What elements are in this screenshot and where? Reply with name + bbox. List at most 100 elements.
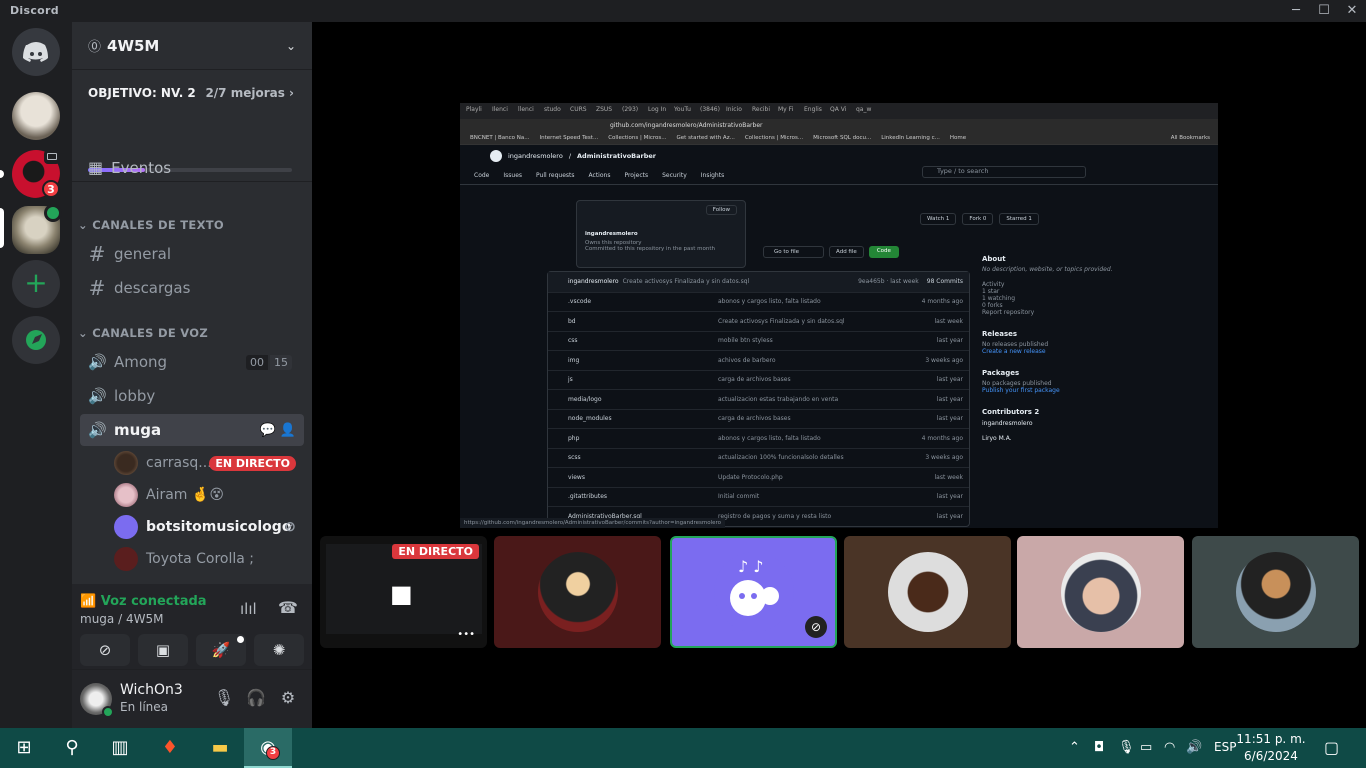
- browser-tab: Ilenci: [492, 106, 508, 113]
- voice-connection-panel: 📶 Voz conectada muga / 4W5M ılıl ☎ ⊘ ▣ 🚀…: [72, 584, 312, 670]
- camera-button[interactable]: ⊘: [80, 634, 130, 666]
- participant-tile[interactable]: [844, 536, 1011, 648]
- notifications-icon[interactable]: ▢: [1324, 738, 1339, 757]
- browser-tabs: Playli Ilenci llenci studo CURS ZSUS (29…: [460, 103, 1218, 119]
- about-panel: About No description, website, or topics…: [982, 249, 1132, 442]
- volume-icon[interactable]: 🔊: [1186, 740, 1202, 755]
- bot-avatar: ♪ ♪: [713, 552, 794, 632]
- browser-tab: llenci: [518, 106, 534, 113]
- avatar: [114, 547, 138, 571]
- participant-tile-speaking[interactable]: ♪ ♪ ⊘: [670, 536, 837, 648]
- file-row: js carga de archivos bases last year: [548, 369, 969, 390]
- headphones-icon[interactable]: 🎧: [244, 688, 268, 712]
- language-indicator[interactable]: ESP: [1214, 740, 1236, 754]
- github-nav: Code Issues Pull requests Actions Projec…: [460, 167, 1218, 185]
- camera-icon[interactable]: ◘: [1094, 740, 1104, 755]
- app-title: Discord: [10, 4, 59, 17]
- server-list: 3 +: [0, 22, 72, 728]
- battery-icon[interactable]: ▭: [1140, 740, 1152, 755]
- contributor: ingandresmolero: [982, 420, 1033, 427]
- soundboard-icon: ✺: [272, 641, 286, 659]
- browser-tab: (293): [622, 106, 639, 113]
- voice-user[interactable]: carrasq... EN DIRECTO: [114, 449, 304, 477]
- voice-user-name: botsitomusicologo: [146, 519, 292, 535]
- channel-descargas[interactable]: # descargas: [80, 272, 304, 304]
- bookmark: Collections | Micros...: [608, 135, 667, 141]
- avatar: [537, 552, 618, 632]
- gear-icon[interactable]: ⚙: [276, 688, 300, 712]
- windows-start-icon[interactable]: ⊞: [0, 728, 48, 768]
- brave-browser-icon[interactable]: ♦: [146, 728, 194, 768]
- hovercard-user: ingandresmolero: [585, 231, 638, 237]
- voice-active-icon: [44, 204, 62, 222]
- guild-header[interactable]: ⓪ 4W5M ⌄: [72, 22, 312, 70]
- explore-button[interactable]: [12, 316, 60, 364]
- username[interactable]: WichOn3: [120, 682, 183, 698]
- repo-owner: ingandresmolero: [508, 152, 563, 160]
- rocket-icon: 🚀: [211, 641, 231, 659]
- voice-user[interactable]: botsitomusicologo ⊘: [114, 513, 304, 541]
- stream-video[interactable]: Playli Ilenci llenci studo CURS ZSUS (29…: [460, 103, 1218, 528]
- bookmark: BNCNET | Banco Na...: [470, 135, 530, 141]
- close-button[interactable]: ✕: [1336, 0, 1366, 22]
- voice-user[interactable]: Airam 🤞😵: [114, 481, 304, 509]
- avatar: [114, 483, 138, 507]
- bookmark: Home: [949, 135, 967, 141]
- avatar: [1060, 552, 1141, 632]
- channel-label: muga: [114, 421, 162, 439]
- microphone-icon[interactable]: 🎙: [1118, 740, 1135, 755]
- noise-suppression-icon[interactable]: ılıl: [240, 600, 257, 618]
- channel-general[interactable]: # general: [80, 238, 304, 270]
- releases-title: Releases: [982, 330, 1018, 338]
- file-row: media/logo actualizacion estas trabajando…: [548, 389, 969, 409]
- voice-channel-muga[interactable]: 🔊 muga 💬 👤: [80, 414, 304, 446]
- clock[interactable]: 11:51 p. m. 6/6/2024: [1236, 731, 1306, 765]
- github-header: ingandresmolero / AdministrativoBarber T…: [460, 145, 1218, 178]
- file-actions: Go to file Add file Code: [763, 246, 899, 258]
- wifi-icon[interactable]: ◠: [1164, 740, 1175, 755]
- voice-status[interactable]: 📶 Voz conectada: [80, 594, 207, 609]
- task-view-icon[interactable]: ▥: [96, 728, 144, 768]
- gh-tab: Projects: [624, 172, 649, 179]
- file-row: views Update Protocolo.php last week: [548, 467, 969, 487]
- voice-category[interactable]: ⌄ CANALES DE VOZ: [78, 326, 208, 340]
- about-report: Report repository: [982, 309, 1035, 316]
- starred-button: Starred 1: [999, 213, 1039, 225]
- voice-channel-lobby[interactable]: 🔊 lobby: [80, 380, 304, 412]
- gh-tab: Security: [662, 172, 687, 179]
- more-options-icon[interactable]: •••: [457, 629, 475, 640]
- file-row: css mobile btn styless last year: [548, 330, 969, 351]
- file-row: scss actualizacion 100% funcionalsolo det…: [548, 447, 969, 468]
- add-server-button[interactable]: +: [12, 260, 60, 308]
- voice-channel-among[interactable]: 🔊 Among 00 15: [80, 346, 304, 378]
- latest-commit: ingandresmolero Create activosys Finaliz…: [548, 272, 969, 292]
- disconnect-icon[interactable]: ☎: [278, 598, 298, 617]
- server-dog-icon[interactable]: [12, 92, 60, 140]
- participant-tile[interactable]: [1192, 536, 1359, 648]
- chevron-down-icon: ⌄: [285, 38, 296, 53]
- chevron-up-icon[interactable]: ⌃: [1069, 740, 1080, 755]
- video-camera-icon: ■: [390, 580, 413, 608]
- screen-share-indicator-icon: [44, 150, 60, 164]
- chat-bubble-icon[interactable]: 💬: [260, 423, 276, 438]
- participant-tile[interactable]: [1017, 536, 1184, 648]
- discord-home-button[interactable]: [12, 28, 60, 76]
- text-category[interactable]: ⌄ CANALES DE TEXTO: [78, 218, 224, 232]
- soundboard-button[interactable]: ✺: [254, 634, 304, 666]
- participant-tile[interactable]: [494, 536, 661, 648]
- hovercard-line: Committed to this repository in the past…: [585, 246, 716, 252]
- stream-preview-tile[interactable]: EN DIRECTO ■ •••: [320, 536, 487, 648]
- channel-label: general: [114, 245, 172, 263]
- about-activity: Activity: [982, 281, 1005, 288]
- user-hovercard: Follow ingandresmolero Owns this reposit…: [576, 200, 746, 268]
- file-explorer-icon[interactable]: ▬: [196, 728, 244, 768]
- search-icon[interactable]: ⚲: [48, 728, 96, 768]
- commit-hash: 9ea465b · last week: [858, 278, 919, 286]
- invite-user-icon[interactable]: 👤: [280, 423, 296, 438]
- voice-user[interactable]: Toyota Corolla ;: [114, 545, 304, 573]
- events-item[interactable]: ▦ Eventos: [88, 158, 171, 177]
- clock-date: 6/6/2024: [1244, 749, 1298, 763]
- screen-share-button[interactable]: ▣: [138, 634, 188, 666]
- voice-location[interactable]: muga / 4W5M: [80, 612, 163, 626]
- microphone-icon[interactable]: 🎙: [212, 688, 236, 712]
